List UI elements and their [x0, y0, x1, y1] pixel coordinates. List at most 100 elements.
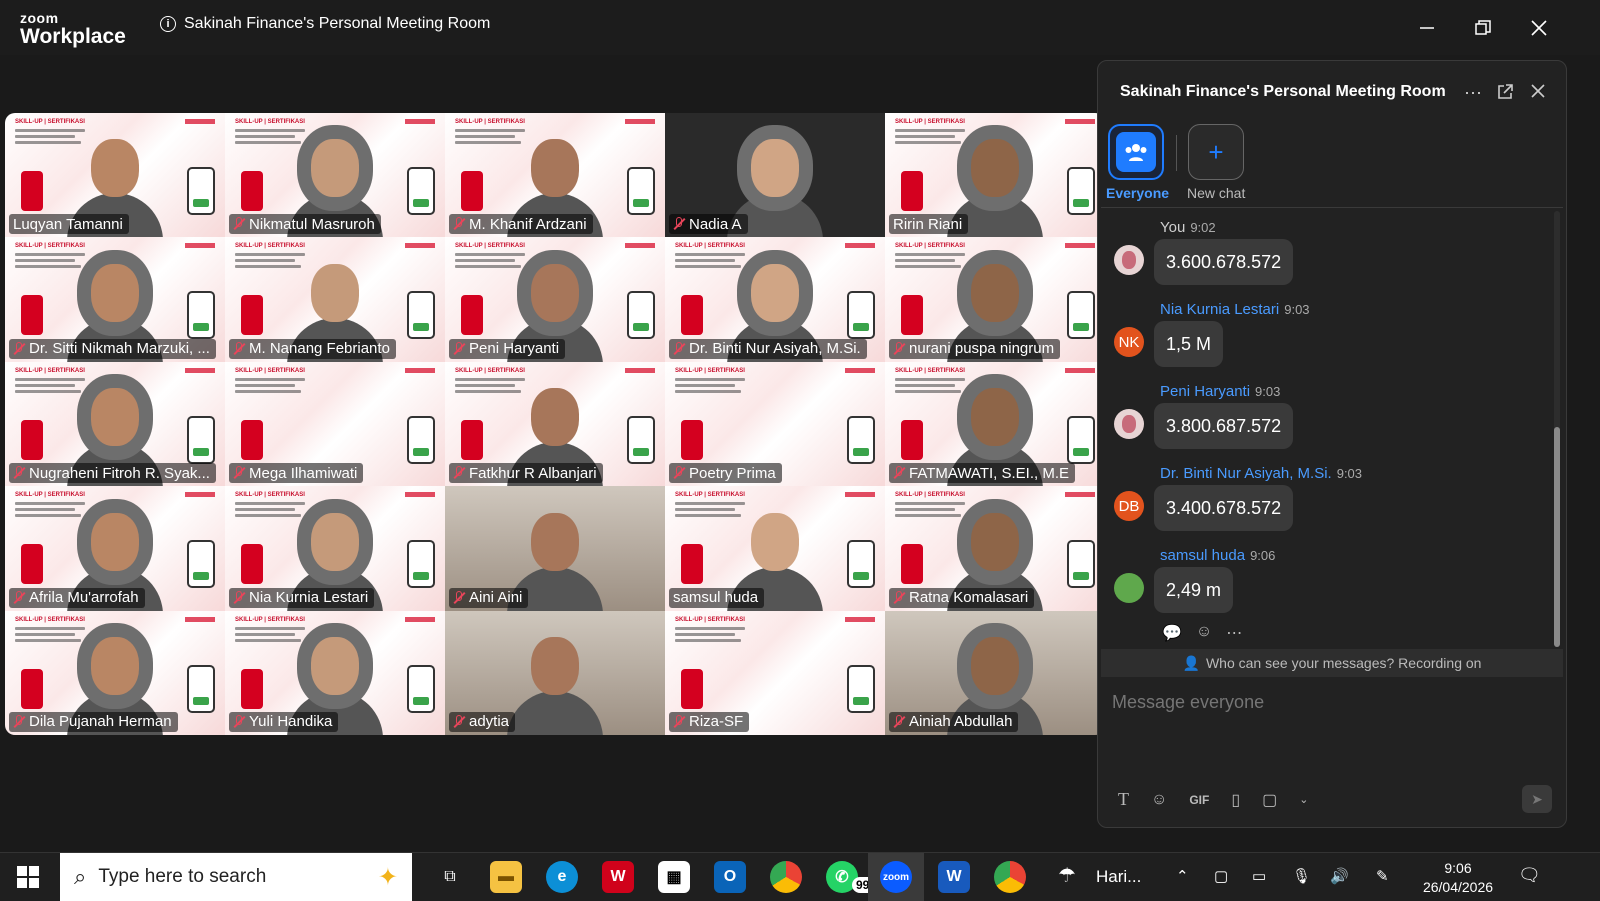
taskbar-clock[interactable]: 9:06 26/04/2026 — [1418, 859, 1498, 897]
chat-close-icon[interactable] — [1530, 83, 1546, 99]
more-actions-icon[interactable]: ⋯ — [1226, 623, 1242, 643]
participant-tile[interactable]: SKILL-UP | SERTIFIKASI M. Khanif Ardzani — [445, 113, 665, 238]
sender-name[interactable]: Peni Haryanti — [1160, 383, 1250, 400]
message-bubble[interactable]: 3.800.687.572 — [1154, 403, 1294, 449]
participant-tile[interactable]: SKILL-UP | SERTIFIKASI Nugraheni Fitroh R… — [5, 361, 225, 487]
device-icon[interactable]: ▢ — [1214, 867, 1228, 885]
chrome-profile-icon[interactable] — [994, 861, 1026, 893]
participant-tile[interactable]: SKILL-UP | SERTIFIKASI Peni Haryanti — [445, 237, 665, 362]
participant-tile[interactable]: SKILL-UP | SERTIFIKASI Luqyan Tamanni — [5, 113, 225, 238]
slide-phone-red — [461, 171, 483, 211]
chat-message[interactable]: Peni Haryanti 9:03 3.800.687.572 — [1098, 383, 1538, 455]
avatar[interactable] — [1114, 409, 1144, 439]
participant-tile[interactable]: SKILL-UP | SERTIFIKASI Mega Ilhamiwati — [225, 361, 445, 487]
battery-icon[interactable]: ▭ — [1252, 867, 1266, 885]
participant-tile[interactable]: Nadia A — [665, 113, 885, 238]
participant-tile[interactable]: SKILL-UP | SERTIFIKASI Dr. Sitti Nikmah M… — [5, 237, 225, 362]
wps-icon[interactable]: W — [602, 861, 634, 893]
participant-tile[interactable]: SKILL-UP | SERTIFIKASI M. Nanang Febriant… — [225, 237, 445, 362]
popout-icon[interactable] — [1496, 83, 1514, 101]
chat-message[interactable]: You 9:02 3.600.678.572 — [1098, 219, 1538, 291]
message-bubble[interactable]: 1,5 M — [1154, 321, 1224, 367]
participant-name: FATMAWATI, S.EI., M.E — [909, 464, 1070, 482]
chat-message[interactable]: NK Nia Kurnia Lestari 9:03 1,5 M — [1098, 301, 1538, 373]
participant-tile[interactable]: SKILL-UP | SERTIFIKASI Ratna Komalasari — [885, 486, 1105, 611]
edge-icon[interactable]: e — [546, 861, 578, 893]
file-explorer-icon[interactable]: ▬ — [490, 861, 522, 893]
chat-message[interactable]: samsul huda 9:06 2,49 m — [1098, 547, 1538, 619]
participant-tile[interactable]: SKILL-UP | SERTIFIKASI nurani puspa ningr… — [885, 237, 1105, 362]
message-bubble[interactable]: 3.600.678.572 — [1154, 239, 1294, 285]
send-button[interactable]: ➤ — [1522, 785, 1552, 813]
participant-tile[interactable]: adytia — [445, 610, 665, 735]
meeting-title: Sakinah Finance's Personal Meeting Room — [184, 15, 491, 32]
gif-button[interactable]: GIF — [1189, 793, 1209, 807]
taskbar-search[interactable]: ⌕ Type here to search ✦ — [60, 853, 412, 901]
chevron-down-icon[interactable]: ⌄ — [1299, 793, 1308, 806]
chat-message[interactable]: DB Dr. Binti Nur Asiyah, M.Si. 9:03 3.400.6… — [1098, 465, 1538, 537]
slide-line — [15, 135, 75, 138]
notification-icon[interactable]: 🗨 — [1518, 865, 1541, 886]
close-icon[interactable] — [1529, 18, 1549, 38]
message-bubble[interactable]: 3.400.678.572 — [1154, 485, 1294, 531]
store-icon[interactable]: ▦ — [658, 861, 690, 893]
react-icon[interactable]: ☺ — [1196, 623, 1212, 643]
participant-tile[interactable]: SKILL-UP | SERTIFIKASI samsul huda — [665, 486, 885, 611]
participant-tile[interactable]: SKILL-UP | SERTIFIKASI Nikmatul Masruroh — [225, 113, 445, 238]
avatar[interactable] — [1114, 573, 1144, 603]
sender-name[interactable]: You — [1160, 219, 1185, 236]
windows-start-icon[interactable] — [17, 866, 39, 888]
microphone-icon[interactable]: 🎙 — [1292, 867, 1311, 885]
participant-tile[interactable]: SKILL-UP | SERTIFIKASI Ririn Riani — [885, 113, 1105, 238]
outlook-icon[interactable]: O — [714, 861, 746, 893]
pen-icon[interactable]: ✎ — [1376, 867, 1389, 885]
new-chat-button[interactable]: + — [1188, 124, 1244, 180]
participant-tile[interactable]: SKILL-UP | SERTIFIKASI Fatkhur R Albanjar… — [445, 361, 665, 487]
sender-name[interactable]: Nia Kurnia Lestari — [1160, 301, 1279, 318]
sender-name[interactable]: samsul huda — [1160, 547, 1245, 564]
task-view-icon[interactable]: ⧉ — [434, 861, 466, 893]
participant-tile[interactable]: SKILL-UP | SERTIFIKASI Dr. Binti Nur Asiy… — [665, 237, 885, 362]
participant-tile[interactable]: SKILL-UP | SERTIFIKASI Riza-SF — [665, 610, 885, 735]
zoom-icon[interactable]: zoom — [880, 861, 912, 893]
meeting-info[interactable]: i Sakinah Finance's Personal Meeting Roo… — [160, 15, 490, 33]
participant-tile[interactable]: SKILL-UP | SERTIFIKASI Afrila Mu'arrofah — [5, 486, 225, 611]
volume-icon[interactable]: 🔊 — [1330, 867, 1349, 885]
participant-tile[interactable]: SKILL-UP | SERTIFIKASI Poetry Prima — [665, 361, 885, 487]
screenshot-icon[interactable]: ▢ — [1262, 790, 1277, 810]
slide-phone-app — [407, 664, 435, 713]
weather-text[interactable]: Hari... — [1096, 867, 1141, 887]
minimize-icon[interactable] — [1417, 18, 1437, 38]
file-icon[interactable]: ▯ — [1231, 790, 1240, 810]
participant-tile[interactable]: SKILL-UP | SERTIFIKASI Nia Kurnia Lestari — [225, 486, 445, 611]
avatar[interactable]: NK — [1114, 327, 1144, 357]
participant-tile[interactable]: SKILL-UP | SERTIFIKASI FATMAWATI, S.EI., … — [885, 361, 1105, 487]
message-bubble[interactable]: 2,49 m — [1154, 567, 1234, 613]
slide-phone-red — [901, 295, 923, 336]
participant-tile[interactable]: SKILL-UP | SERTIFIKASI Dila Pujanah Herma… — [5, 610, 225, 735]
chevron-up-icon[interactable]: ⌃ — [1176, 867, 1189, 885]
message-input[interactable] — [1110, 691, 1534, 714]
scroll-thumb[interactable] — [1554, 427, 1560, 647]
more-icon[interactable]: ⋯ — [1464, 83, 1482, 104]
sender-name[interactable]: Dr. Binti Nur Asiyah, M.Si. — [1160, 465, 1332, 482]
slide-phone-red — [901, 544, 923, 585]
participant-head — [971, 512, 1019, 571]
visibility-notice[interactable]: 👤 Who can see your messages? Recording o… — [1101, 649, 1563, 677]
word-icon[interactable]: W — [938, 861, 970, 893]
participant-tile[interactable]: Aini Aini — [445, 486, 665, 611]
message-header: Nia Kurnia Lestari 9:03 — [1160, 301, 1310, 318]
restore-icon[interactable] — [1473, 18, 1493, 38]
avatar[interactable] — [1114, 245, 1144, 275]
reply-icon[interactable]: 💬 — [1162, 623, 1182, 643]
everyone-target-button[interactable] — [1108, 124, 1164, 180]
weather-icon[interactable]: ☂ — [1058, 863, 1076, 888]
participant-tile[interactable]: SKILL-UP | SERTIFIKASI Yuli Handika — [225, 610, 445, 735]
emoji-icon[interactable]: ☺ — [1151, 791, 1167, 809]
chrome-icon[interactable] — [770, 861, 802, 893]
avatar[interactable]: DB — [1114, 491, 1144, 521]
chat-scrollbar[interactable] — [1554, 211, 1560, 647]
format-text-icon[interactable]: T — [1118, 789, 1129, 810]
info-icon[interactable]: i — [160, 16, 176, 32]
participant-tile[interactable]: Ainiah Abdullah — [885, 610, 1105, 735]
